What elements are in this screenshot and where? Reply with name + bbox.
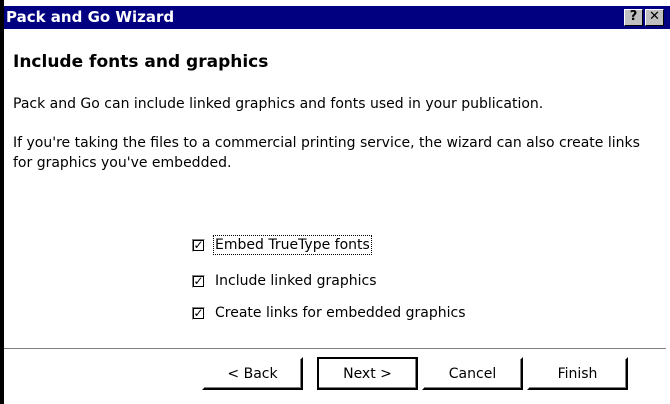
close-icon[interactable]: ✕ <box>645 9 664 26</box>
option-embed-truetype-fonts[interactable]: ✓ Embed TrueType fonts <box>192 235 372 255</box>
description-paragraph-1: Pack and Go can include linked graphics … <box>13 96 544 112</box>
cancel-button[interactable]: Cancel <box>422 357 523 390</box>
page-heading: Include fonts and graphics <box>13 52 269 72</box>
option-include-linked-graphics[interactable]: ✓ Include linked graphics <box>192 272 377 290</box>
title-bar[interactable]: Pack and Go Wizard ? ✕ <box>4 6 670 29</box>
finish-button[interactable]: Finish <box>527 357 628 390</box>
embedded-links-label[interactable]: Create links for embedded graphics <box>215 305 466 321</box>
next-button[interactable]: Next > <box>317 357 418 390</box>
embedded-links-checkbox[interactable]: ✓ <box>192 306 205 320</box>
back-button[interactable]: < Back <box>202 357 303 390</box>
embed-fonts-label[interactable]: Embed TrueType fonts <box>213 235 372 255</box>
description-paragraph-2: If you're taking the files to a commerci… <box>13 135 640 171</box>
embed-fonts-checkbox[interactable]: ✓ <box>192 238 205 252</box>
linked-graphics-checkbox[interactable]: ✓ <box>192 274 205 288</box>
linked-graphics-label[interactable]: Include linked graphics <box>215 273 377 289</box>
option-create-links-embedded-graphics[interactable]: ✓ Create links for embedded graphics <box>192 304 466 322</box>
button-separator <box>4 348 666 350</box>
window-title: Pack and Go Wizard <box>6 8 175 26</box>
help-icon[interactable]: ? <box>624 9 643 26</box>
pack-and-go-wizard-dialog: Pack and Go Wizard ? ✕ Include fonts and… <box>0 0 670 404</box>
